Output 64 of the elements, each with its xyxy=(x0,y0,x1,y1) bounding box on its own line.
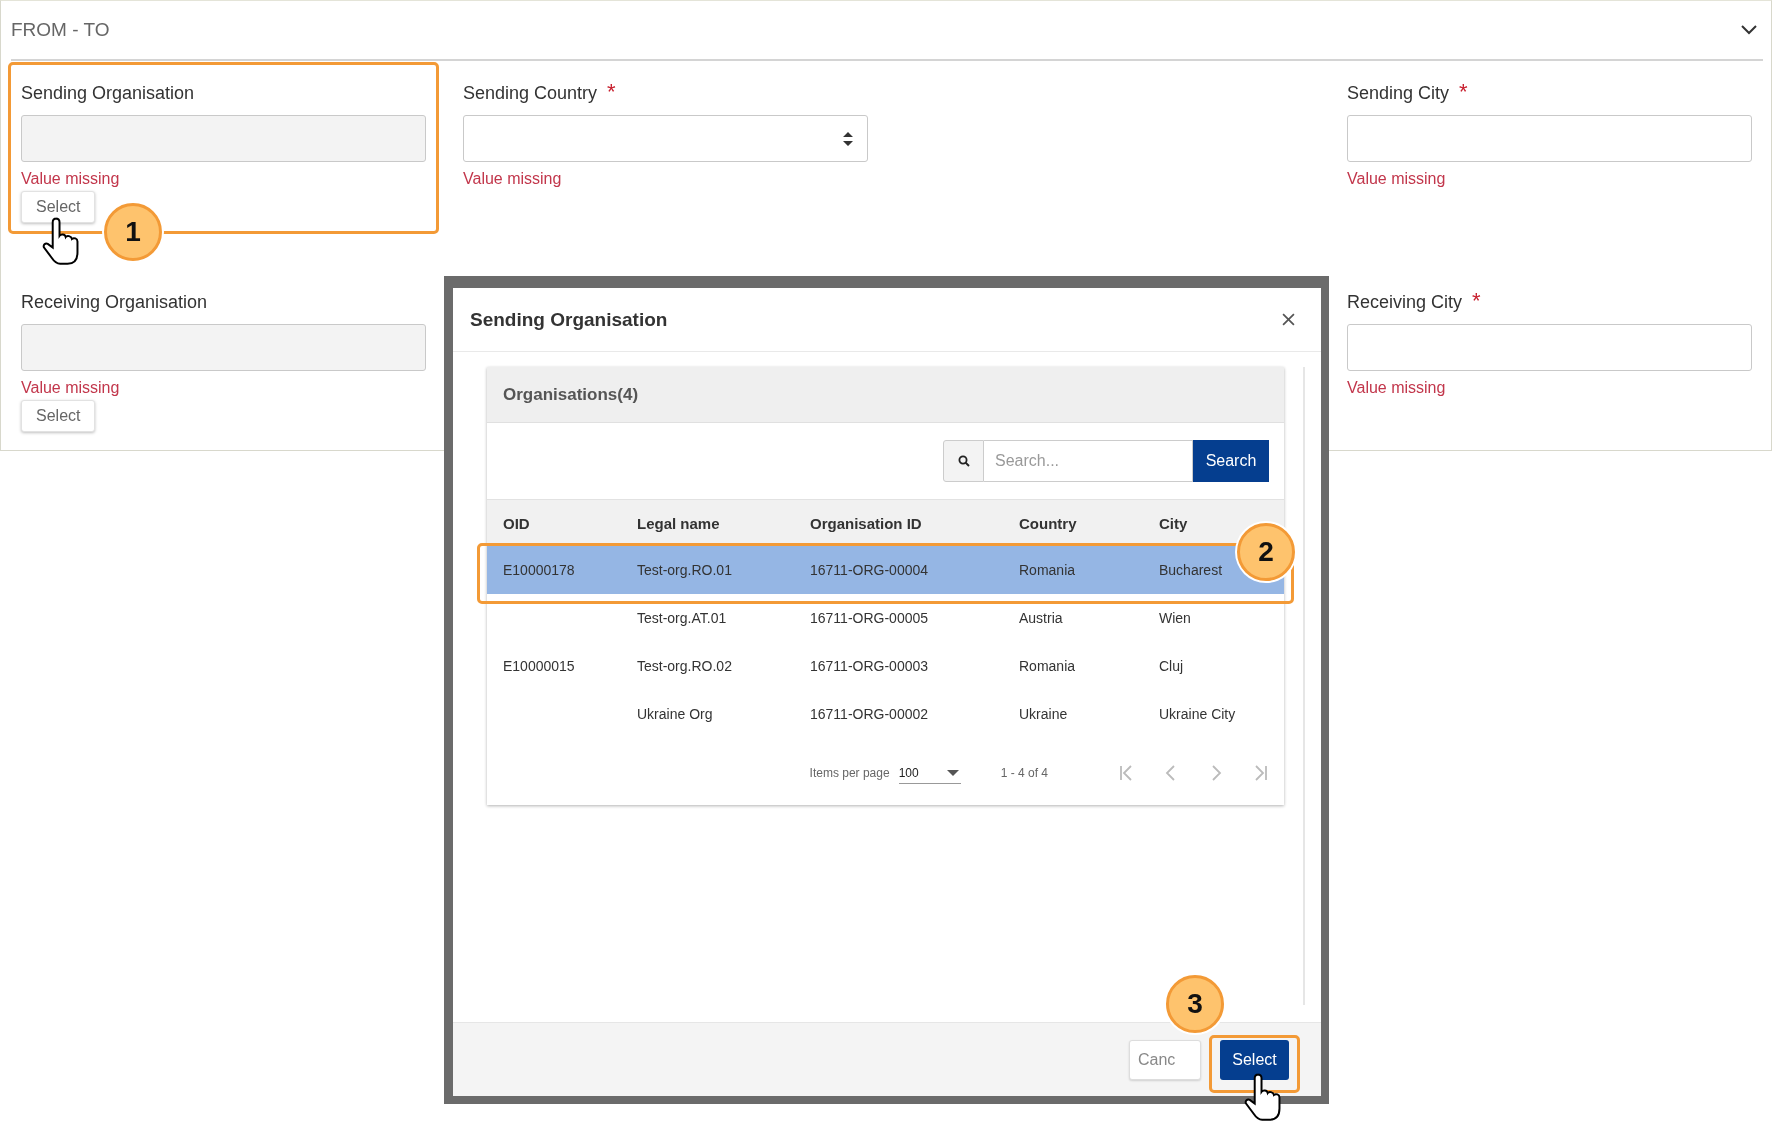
table-cell: E10000178 xyxy=(503,562,575,578)
table-cell: Test-org.RO.01 xyxy=(637,562,732,578)
select-button[interactable]: Select xyxy=(21,191,96,223)
error-message: Value missing xyxy=(21,169,121,189)
column-header[interactable]: Organisation ID xyxy=(810,514,922,532)
field-label: Sending Organisation xyxy=(21,83,195,104)
search-button[interactable]: Search xyxy=(1193,440,1269,482)
table-cell: Ukraine Org xyxy=(637,706,713,722)
table-row[interactable]: Test-org.AT.01 16711-ORG-00005 Austria Wien xyxy=(487,594,1284,642)
required-mark: * xyxy=(1459,83,1468,101)
select-button[interactable]: Select xyxy=(1220,1039,1289,1080)
column-header[interactable]: Legal name xyxy=(637,514,720,532)
page-range: 1 - 4 of 4 xyxy=(1000,766,1048,780)
table-cell: Ukraine xyxy=(1019,706,1068,722)
sort-arrows-icon xyxy=(843,132,853,146)
table-cell: Austria xyxy=(1019,610,1063,626)
required-mark: * xyxy=(607,83,616,101)
input-field[interactable] xyxy=(1347,115,1752,162)
column-header[interactable]: Country xyxy=(1019,514,1077,532)
card-title: Organisations(4) xyxy=(487,367,1284,423)
last-page-icon[interactable] xyxy=(1254,765,1268,781)
required-mark: * xyxy=(1472,292,1481,310)
section-title: FROM - TO xyxy=(11,19,110,41)
table-row[interactable]: Ukraine Org 16711-ORG-00002 Ukraine Ukraine City xyxy=(487,690,1284,738)
dropdown-field[interactable] xyxy=(463,115,868,162)
next-page-icon[interactable] xyxy=(1209,765,1223,781)
search-field[interactable]: Search... xyxy=(984,440,1193,482)
first-page-icon[interactable] xyxy=(1119,765,1133,781)
field-label: Receiving City xyxy=(1347,292,1463,313)
error-message: Value missing xyxy=(1347,169,1447,189)
previous-page-icon[interactable] xyxy=(1164,765,1178,781)
column-header[interactable]: OID xyxy=(503,514,530,532)
input-field[interactable] xyxy=(1347,324,1752,371)
table-cell: Romania xyxy=(1019,562,1076,578)
table-cell: Cluj xyxy=(1159,658,1184,674)
search-icon xyxy=(957,455,970,467)
page-size-value: 100 xyxy=(898,765,919,780)
error-message: Value missing xyxy=(1347,378,1447,398)
page-size-dropdown[interactable]: 100 xyxy=(898,762,961,784)
dialog-title: Sending Organisation xyxy=(470,308,668,331)
cancel-button[interactable]: Canc xyxy=(1129,1039,1201,1080)
table-cell: 16711-ORG-00002 xyxy=(810,706,929,722)
table-cell: Ukraine City xyxy=(1159,706,1236,722)
table-cell: 16711-ORG-00005 xyxy=(810,610,929,626)
items-per-page-label: Items per page xyxy=(809,766,890,780)
chevron-icon[interactable] xyxy=(1741,25,1757,35)
table-row[interactable]: E10000015 Test-org.RO.02 16711-ORG-00003 Romania Cluj xyxy=(487,642,1284,690)
table-cell: 16711-ORG-00004 xyxy=(810,562,929,578)
error-message: Value missing xyxy=(463,169,563,189)
table-cell: 16711-ORG-00003 xyxy=(810,658,929,674)
field-label: Sending Country xyxy=(463,83,598,104)
field-label: Sending City xyxy=(1347,83,1450,104)
error-message: Value missing xyxy=(21,378,121,398)
caret-icon xyxy=(946,769,959,776)
field-label: Receiving Organisation xyxy=(21,292,208,313)
table-cell: Bucharest xyxy=(1159,562,1223,578)
select-button[interactable]: Select xyxy=(21,400,96,432)
table-cell: Test-org.RO.02 xyxy=(637,658,732,674)
table-cell: Wien xyxy=(1159,610,1191,626)
column-header[interactable]: City xyxy=(1159,514,1188,532)
table-cell: Test-org.AT.01 xyxy=(637,610,727,626)
table-cell: Romania xyxy=(1019,658,1076,674)
close-icon[interactable] xyxy=(1282,313,1295,326)
table-cell: E10000015 xyxy=(503,658,575,674)
